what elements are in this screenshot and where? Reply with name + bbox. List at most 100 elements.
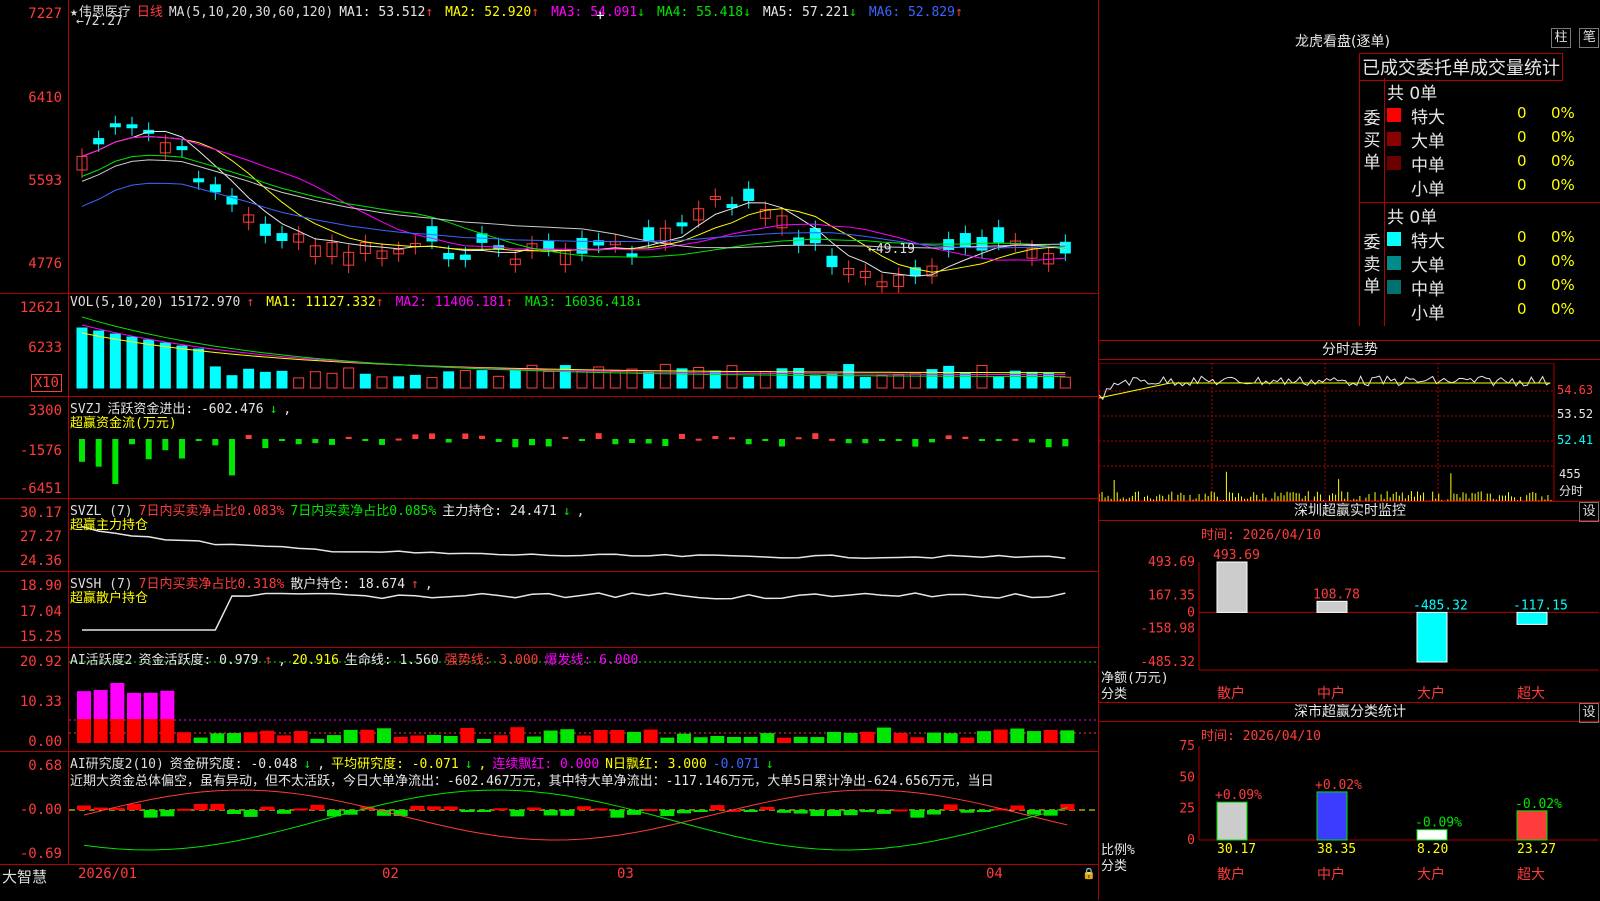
vol-ma-item: MA1: 11127.332↑	[266, 295, 384, 310]
ai-active-bar	[560, 729, 575, 743]
sell-label-char: 卖	[1363, 255, 1381, 275]
ai-research-bar	[810, 810, 825, 816]
vol-bar	[376, 376, 388, 389]
ai-research-bar	[277, 810, 291, 814]
sz-monitor-bar	[1416, 611, 1448, 663]
buy-row: 中单 0 0%	[1387, 151, 1600, 176]
ai-active-bar	[610, 730, 625, 743]
dragon-btn-bar[interactable]: 柱 笔	[1551, 28, 1600, 48]
sz-class-cat-label: 大户	[1417, 866, 1445, 883]
ai-active-bar	[677, 733, 691, 743]
ai-active-bar	[577, 735, 591, 743]
vol-bar	[326, 372, 338, 389]
ai-research-summary: 近期大资金总体偏空，虽有异动，但不太活跃，今日大单净流出：-602.467万元，…	[70, 774, 994, 789]
svzl-panel[interactable]: 30.17 27.27 24.36 SVZL (7) 7日内买卖净占比0.083%…	[0, 499, 1098, 572]
ai-active-bar	[893, 732, 908, 743]
svzj-bar	[95, 439, 102, 467]
vol-bar	[1009, 370, 1021, 389]
ai-active-t1: 资金活跃度: 0.979 ↑,	[138, 653, 286, 668]
ai-active-bar	[1060, 730, 1075, 743]
intraday-ytick: 54.63	[1557, 383, 1594, 397]
intraday-panel[interactable]: 分时走势 54.63 53.52 52.41 455 分时	[1098, 341, 1600, 502]
xtick: 03	[617, 866, 634, 882]
candle	[743, 188, 755, 201]
ma-item: MA2: 52.920↑	[445, 5, 540, 20]
vol-bar	[409, 374, 421, 389]
svzl-green-text: 7日内买卖净占比0.085%	[290, 504, 437, 519]
ai-active-bar	[293, 731, 308, 743]
ai-research-bar	[77, 805, 91, 810]
vol-bar	[943, 365, 955, 389]
svzl-line	[81, 525, 1066, 560]
sz-class-bar	[1516, 810, 1548, 841]
svsh-red-text: 7日内买卖净占比0.318%	[138, 577, 285, 592]
kline-svg	[76, 115, 1071, 293]
svzj-bar	[862, 439, 869, 444]
ma-line	[81, 154, 1066, 258]
ai-active-t5: 爆发线: 6.000	[544, 653, 639, 668]
vol-bar	[159, 342, 171, 389]
app-logo[interactable]: 大智慧	[2, 866, 47, 887]
ai-active-bar	[260, 730, 275, 743]
buy-row-percent: 0%	[1551, 104, 1575, 122]
ai-active-panel[interactable]: 20.92 10.33 0.00 AI活跃度2 资金活跃度: 0.979 ↑, 20.…	[0, 648, 1099, 752]
tick-mode-button[interactable]: 笔	[1579, 28, 1600, 48]
svzj-bar	[912, 439, 919, 447]
ai-active-bar	[710, 735, 725, 743]
svzj-ytick: -6451	[19, 481, 62, 497]
svzj-bar	[212, 439, 219, 446]
svzj-ytick: 3300	[28, 403, 62, 419]
sz-class-pct-label: 30.17	[1217, 842, 1256, 857]
candle	[259, 223, 271, 236]
svzj-bar	[262, 439, 269, 449]
sz-class-panel[interactable]: 深市超赢分类统计 设 时间: 2026/04/10 75 50 25 0 +0.09% 3…	[1098, 703, 1600, 900]
lock-icon[interactable]: 🔒	[1082, 867, 1096, 880]
vol-bar	[843, 364, 855, 389]
kline-panel[interactable]: 7227 6410 5593 4776 ★伟思医疗 日线 MA(5,10,20,30…	[0, 0, 1098, 294]
vol-ma-line	[81, 324, 1066, 376]
svzj-panel[interactable]: 3300 -1576 -6451 SVZJ 活跃资金进出: -602.476 ↓, …	[0, 397, 1098, 499]
sell-total: 共 0单	[1387, 208, 1438, 228]
ai-active-bar	[210, 733, 225, 743]
sz-class-ytick: 0	[1187, 833, 1195, 848]
svzj-bar	[645, 439, 652, 444]
ai-research-bar	[877, 810, 891, 814]
bar-mode-button[interactable]: 柱	[1551, 28, 1571, 48]
svzj-bar	[629, 439, 635, 443]
ai-active-bar	[493, 735, 508, 743]
kline-plot[interactable]	[68, 0, 1098, 293]
svsh-white-text: 散户持仓: 18.674	[290, 577, 406, 592]
svzj-bar	[412, 434, 419, 439]
ai-research-yaxis: 0.68 -0.00 -0.69	[0, 752, 64, 864]
ai-research-bar	[960, 810, 975, 813]
sell-label-char: 单	[1363, 277, 1381, 297]
sz-monitor-panel[interactable]: 深圳超赢实时监控 设 时间: 2026/04/10 493.69 167.35 0-…	[1098, 502, 1600, 703]
sz-monitor-bar-label: 108.78	[1313, 587, 1360, 602]
sz-class-pct-label: 23.27	[1517, 842, 1556, 857]
vol-panel[interactable]: 12621 6233 X10 VOL(5,10,20) 15172.970 ↑ MA1…	[0, 294, 1098, 397]
dragon-panel: 龙虎看盘(逐单) 柱 笔 已成交委托单成交量统计 委 买 单 共 0单 特大 0 0…	[1098, 0, 1600, 341]
ai-active-bar	[760, 733, 775, 743]
ai-active-ytick: 0.00	[28, 734, 62, 750]
sz-monitor-bar-label: -485.32	[1413, 598, 1468, 613]
ai-research-bar	[610, 810, 625, 818]
buy-row-label: 大单	[1411, 132, 1445, 152]
svzl-yaxis: 30.17 27.27 24.36	[0, 499, 64, 571]
ai-active-bar	[377, 728, 391, 743]
svzj-bar	[695, 438, 702, 441]
svzj-bar	[79, 439, 85, 462]
high-mark: ←72.27	[76, 14, 123, 29]
svzj-bar	[379, 439, 385, 445]
ai-research-bar	[660, 810, 675, 817]
ai-research-panel[interactable]: 0.68 -0.00 -0.69 AI研究度2(10) 资金研究度: -0.048…	[0, 752, 1099, 864]
svzj-bar	[945, 435, 952, 439]
period-label[interactable]: 日线	[137, 5, 163, 20]
vol-ma-item-arrow: ↑	[505, 295, 514, 310]
svsh-ytick: 15.25	[19, 629, 62, 645]
intraday-ytick: 52.41	[1557, 433, 1594, 447]
vol-bar	[876, 374, 888, 389]
svzj-bar	[1045, 439, 1052, 448]
svsh-panel[interactable]: 18.90 17.04 15.25 SVSH (7) 7日内买卖净占比0.318%…	[0, 572, 1098, 648]
candle	[209, 184, 221, 193]
sz-class-cat-label: 中户	[1317, 866, 1345, 883]
